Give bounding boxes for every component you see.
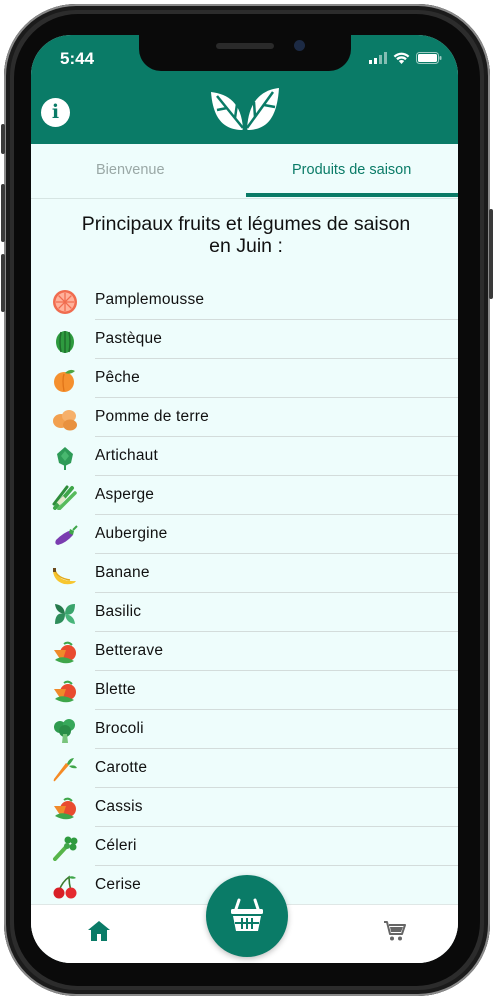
tab-bar: Bienvenue Produits de saison xyxy=(31,144,458,199)
banana-icon xyxy=(53,568,76,585)
vegetables-icon xyxy=(54,797,76,820)
list-item[interactable]: Asperge xyxy=(31,476,458,515)
list-item-label: Pêche xyxy=(95,369,140,386)
list-item[interactable]: Céleri xyxy=(31,827,458,866)
list-item[interactable]: Blette xyxy=(31,671,458,710)
list-item[interactable]: Pamplemousse xyxy=(31,281,458,320)
tab-bienvenue[interactable]: Bienvenue xyxy=(96,162,165,178)
power-button xyxy=(489,209,493,299)
vegetables-icon xyxy=(54,641,76,664)
list-item[interactable]: Brocoli xyxy=(31,710,458,749)
page-title: Principaux fruits et légumes de saison e… xyxy=(49,213,443,257)
list-item-label: Artichaut xyxy=(95,447,158,464)
broccoli-icon xyxy=(54,719,75,743)
notch xyxy=(139,35,351,71)
list-item-label: Basilic xyxy=(95,603,142,620)
list-item[interactable]: Carotte xyxy=(31,749,458,788)
asparagus-icon xyxy=(52,485,77,510)
battery-icon xyxy=(416,52,442,64)
volume-down-button xyxy=(1,254,5,312)
signal-icon xyxy=(369,52,387,64)
list-item-label: Pomme de terre xyxy=(95,408,209,425)
volume-up-button xyxy=(1,184,5,242)
home-icon[interactable] xyxy=(87,919,111,943)
wifi-icon xyxy=(393,52,410,64)
leaves-logo-icon xyxy=(211,88,279,133)
page-title-line-2: en Juin : xyxy=(209,235,283,257)
list-item[interactable]: Cassis xyxy=(31,788,458,827)
list-item-label: Blette xyxy=(95,681,136,698)
potato-icon xyxy=(53,410,77,431)
list-item-label: Cerise xyxy=(95,876,141,893)
artichoke-icon xyxy=(57,447,73,470)
cart-icon[interactable] xyxy=(383,919,407,943)
list-item[interactable]: Aubergine xyxy=(31,515,458,554)
list-item[interactable]: Betterave xyxy=(31,632,458,671)
list-item-label: Pastèque xyxy=(95,330,163,347)
list-item-label: Céleri xyxy=(95,837,137,854)
list-item[interactable]: Pomme de terre xyxy=(31,398,458,437)
carrot-icon xyxy=(53,758,77,782)
app-header: 5:44 i xyxy=(31,35,458,144)
list-item-label: Carotte xyxy=(95,759,148,776)
list-item-label: Cassis xyxy=(95,798,143,815)
mute-switch xyxy=(1,124,5,154)
earpiece-speaker xyxy=(216,43,274,49)
app-screen: 5:44 i Bienvenue Produits de saison Prin… xyxy=(31,35,458,963)
list-item[interactable]: Banane xyxy=(31,554,458,593)
peach-icon xyxy=(54,369,75,392)
list-item-label: Brocoli xyxy=(95,720,144,737)
basil-icon xyxy=(55,604,75,624)
basket-button[interactable] xyxy=(206,875,288,957)
list-item[interactable]: Pastèque xyxy=(31,320,458,359)
list-item-label: Asperge xyxy=(95,486,155,503)
page-title-line-1: Principaux fruits et légumes de saison xyxy=(81,213,411,235)
eggplant-icon xyxy=(55,525,78,545)
list-item-label: Banane xyxy=(95,564,150,581)
grapefruit-icon xyxy=(53,290,77,314)
basket-icon xyxy=(231,898,263,931)
cherry-icon xyxy=(53,875,77,899)
list-item[interactable]: Basilic xyxy=(31,593,458,632)
status-time: 5:44 xyxy=(60,49,95,68)
info-button[interactable]: i xyxy=(41,98,70,127)
active-tab-indicator xyxy=(246,193,458,197)
list-item-label: Aubergine xyxy=(95,525,168,542)
status-icons xyxy=(369,52,442,64)
list-item[interactable]: Artichaut xyxy=(31,437,458,476)
vegetables-icon xyxy=(54,680,76,703)
tab-produits-de-saison[interactable]: Produits de saison xyxy=(292,162,411,178)
watermelon-icon xyxy=(56,331,74,353)
list-item[interactable]: Pêche xyxy=(31,359,458,398)
list-item-label: Betterave xyxy=(95,642,164,659)
front-camera xyxy=(294,40,305,51)
celery-icon xyxy=(53,836,78,861)
list-item-label: Pamplemousse xyxy=(95,291,205,308)
